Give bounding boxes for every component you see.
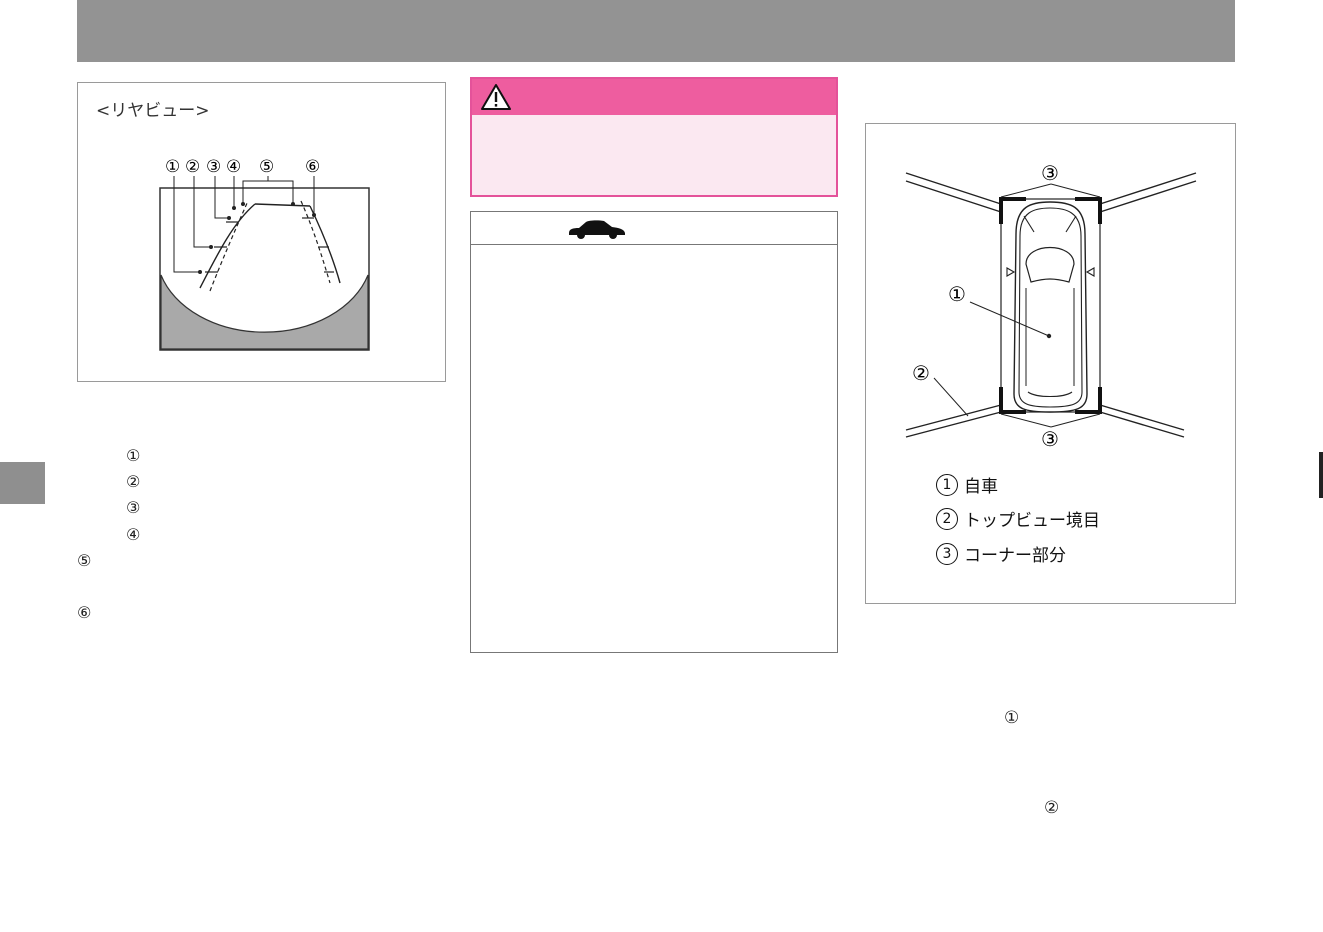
corner-callout-top: ③ <box>1041 161 1059 185</box>
legend-label-1: 自車 <box>964 477 998 497</box>
page-edge-marker <box>1319 452 1323 498</box>
vehicle-note-header <box>471 212 837 245</box>
vehicle-callout: ① <box>948 282 966 306</box>
text-marker-1: ① <box>1004 708 1020 728</box>
corner-callout-bottom: ③ <box>1041 427 1059 451</box>
list-item-6: ⑥ <box>77 603 92 622</box>
top-view-diagram: ③ ① ② ③ <box>905 161 1197 451</box>
chapter-side-tab <box>0 462 45 504</box>
rear-callout-3: ③ <box>206 157 221 177</box>
legend-item-own-vehicle: 1 自車 <box>936 472 998 497</box>
legend-item-corner: 3 コーナー部分 <box>936 541 1066 566</box>
warning-triangle-icon <box>481 84 511 110</box>
legend-item-top-view-boundary: 2 トップビュー境目 <box>936 506 1100 531</box>
rear-callout-4: ④ <box>226 157 241 177</box>
rear-callout-1: ① <box>165 157 180 177</box>
rear-callout-2: ② <box>185 157 200 177</box>
rear-view-figure: ① ② ③ ④ ⑤ ⑥ <リヤビュー> <box>77 82 446 382</box>
list-item-3: ③ <box>126 498 141 517</box>
legend-label-3: コーナー部分 <box>964 546 1066 566</box>
rear-view-title: <リヤビュー> <box>96 101 210 121</box>
top-view-figure: ③ ① ② ③ 1 自車 2 トップビュー境目 3 コーナー部分 <box>865 123 1236 604</box>
rear-callout-5: ⑤ <box>259 157 274 177</box>
warning-header <box>472 79 836 115</box>
list-item-1: ① <box>126 446 141 465</box>
chapter-header-bar <box>77 0 1235 62</box>
warning-box <box>470 77 838 197</box>
rear-view-diagram: ① ② ③ ④ ⑤ ⑥ <box>159 157 370 351</box>
list-item-5: ⑤ <box>77 551 92 570</box>
vehicle-note-box <box>470 211 838 653</box>
text-marker-2: ② <box>1044 798 1060 818</box>
legend-number-1: 1 <box>936 473 958 496</box>
legend-number-3: 3 <box>936 542 958 565</box>
list-item-2: ② <box>126 472 141 491</box>
legend-label-2: トップビュー境目 <box>964 511 1100 531</box>
boundary-callout: ② <box>912 361 930 385</box>
car-icon <box>569 220 625 239</box>
list-item-4: ④ <box>126 525 141 544</box>
rear-callout-6: ⑥ <box>305 157 320 177</box>
legend-number-2: 2 <box>936 507 958 530</box>
